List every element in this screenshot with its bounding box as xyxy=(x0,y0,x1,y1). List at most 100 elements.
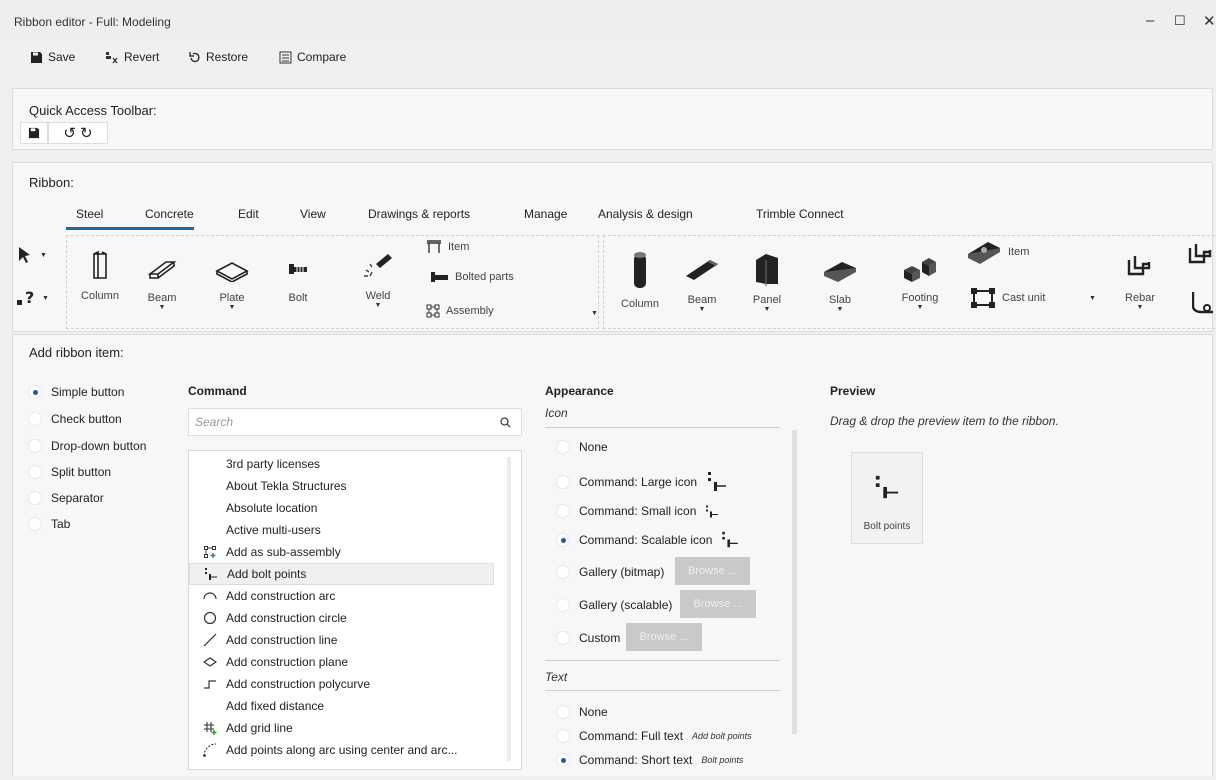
search-icon[interactable] xyxy=(500,417,511,428)
steel-group-expand-icon[interactable]: ▼ xyxy=(591,310,598,317)
redo-icon[interactable]: ↻ xyxy=(80,124,93,142)
appearance-scrollbar[interactable] xyxy=(792,430,797,734)
divider xyxy=(545,690,780,691)
radio-selected[interactable] xyxy=(28,385,42,399)
browse-button[interactable]: Browse ... xyxy=(680,590,756,618)
radio[interactable] xyxy=(28,465,42,479)
radio-selected[interactable] xyxy=(556,753,570,767)
ribbon-concrete-beam[interactable]: Beam ▼ xyxy=(680,256,724,313)
ribbon-rebar[interactable]: Rebar ▼ xyxy=(1118,254,1162,311)
help-tool-button[interactable]: ? ▼ xyxy=(16,286,49,308)
list-item[interactable]: Add construction line xyxy=(199,629,493,651)
tab-steel[interactable]: Steel xyxy=(76,207,103,221)
tab-trimble-connect[interactable]: Trimble Connect xyxy=(756,207,844,221)
ribbon-concrete-column[interactable]: Column xyxy=(618,250,662,310)
close-button[interactable]: ✕ xyxy=(1203,12,1216,30)
ribbon-rebar-hook[interactable] xyxy=(1192,290,1216,314)
radio[interactable] xyxy=(556,565,570,579)
ribbon-label: Beam xyxy=(147,292,177,304)
qat-undo-redo[interactable]: ↺ ↻ xyxy=(48,122,108,144)
ribbon-concrete-panel[interactable]: Panel ▼ xyxy=(745,252,789,313)
ribbon-steel-assembly[interactable]: Assembly xyxy=(426,304,494,318)
ribbon-concrete-footing[interactable]: Footing ▼ xyxy=(895,254,945,311)
maximize-button[interactable]: ☐ xyxy=(1174,13,1186,29)
list-item[interactable]: Add points along arc using center and ar… xyxy=(199,739,493,761)
radio[interactable] xyxy=(556,504,570,518)
list-item[interactable]: Add as sub-assembly xyxy=(199,541,493,563)
radio[interactable] xyxy=(28,412,42,426)
list-item[interactable]: Add construction polycurve xyxy=(199,673,493,695)
list-item[interactable]: Active multi-users xyxy=(199,519,493,541)
list-item[interactable]: Add construction plane xyxy=(199,651,493,673)
option-label: None xyxy=(579,440,608,454)
tab-analysis-design[interactable]: Analysis & design xyxy=(598,207,693,221)
radio[interactable] xyxy=(556,598,570,612)
list-item[interactable]: About Tekla Structures xyxy=(199,475,493,497)
text-option-full[interactable]: Command: Full text Add bolt points xyxy=(556,729,752,743)
select-tool-button[interactable]: ▼ xyxy=(18,246,47,264)
tab-view[interactable]: View xyxy=(300,207,326,221)
tab-drawings-reports[interactable]: Drawings & reports xyxy=(368,207,470,221)
ribbon-concrete-item[interactable]: Item xyxy=(966,240,1029,264)
ribbon-concrete-slab[interactable]: Slab ▼ xyxy=(818,260,862,313)
ribbon-steel-column[interactable]: Column xyxy=(78,250,122,302)
icon-option-small[interactable]: Command: Small icon xyxy=(556,504,719,518)
list-item[interactable]: Add fixed distance xyxy=(199,695,493,717)
icon-option-gallery-bitmap[interactable]: Gallery (bitmap) xyxy=(556,565,664,579)
radio[interactable] xyxy=(28,439,42,453)
browse-button[interactable]: Browse ... xyxy=(675,557,750,585)
compare-button[interactable]: Compare xyxy=(279,50,346,64)
command-list-scrollbar[interactable] xyxy=(507,457,511,761)
list-item[interactable]: 3rd party licenses xyxy=(199,453,493,475)
radio[interactable] xyxy=(556,729,570,743)
browse-button[interactable]: Browse ... xyxy=(626,623,702,651)
text-option-short[interactable]: Command: Short text Bolt points xyxy=(556,753,743,767)
qat-save-button[interactable] xyxy=(20,122,48,144)
radio[interactable] xyxy=(556,705,570,719)
type-split-button[interactable]: Split button xyxy=(28,465,111,479)
list-item[interactable]: Absolute location xyxy=(199,497,493,519)
ribbon-steel-bolt[interactable]: Bolt xyxy=(276,262,320,304)
radio[interactable] xyxy=(28,491,42,505)
ribbon-steel-weld[interactable]: Weld ▼ xyxy=(356,250,400,309)
icon-option-large[interactable]: Command: Large icon xyxy=(556,472,728,492)
type-tab[interactable]: Tab xyxy=(28,517,70,531)
list-item[interactable]: Add construction circle xyxy=(199,607,493,629)
radio[interactable] xyxy=(556,475,570,489)
ribbon-steel-beam[interactable]: Beam ▼ xyxy=(140,258,184,311)
plane-icon xyxy=(203,657,217,667)
minimize-button[interactable]: – xyxy=(1146,12,1154,29)
type-separator[interactable]: Separator xyxy=(28,491,104,505)
restore-button[interactable]: Restore xyxy=(188,50,248,64)
revert-button[interactable]: Revert xyxy=(105,50,159,64)
icon-option-custom[interactable]: Custom xyxy=(556,631,620,645)
tab-concrete[interactable]: Concrete xyxy=(145,207,194,221)
ribbon-steel-plate[interactable]: Plate ▼ xyxy=(210,260,254,311)
tab-edit[interactable]: Edit xyxy=(238,207,259,221)
ribbon-steel-item[interactable]: Item xyxy=(426,240,469,254)
icon-option-scalable[interactable]: Command: Scalable icon xyxy=(556,531,739,548)
ribbon-concrete-cast-unit[interactable]: Cast unit xyxy=(970,287,1045,309)
undo-icon[interactable]: ↺ xyxy=(63,124,76,142)
save-button[interactable]: Save xyxy=(30,50,75,64)
radio[interactable] xyxy=(28,517,42,531)
type-check-button[interactable]: Check button xyxy=(28,412,122,426)
radio-selected[interactable] xyxy=(556,532,570,547)
type-drop-down-button[interactable]: Drop-down button xyxy=(28,439,146,453)
ribbon-small-label: Assembly xyxy=(446,305,494,317)
icon-option-gallery-scalable[interactable]: Gallery (scalable) xyxy=(556,598,672,612)
list-item-selected[interactable]: Add bolt points xyxy=(189,563,494,585)
type-simple-button[interactable]: Simple button xyxy=(28,385,124,399)
list-item[interactable]: Add grid line xyxy=(199,717,493,739)
radio[interactable] xyxy=(556,631,570,645)
concrete-small-expand-icon[interactable]: ▼ xyxy=(1089,295,1096,302)
tab-manage[interactable]: Manage xyxy=(524,207,567,221)
preview-item[interactable]: Bolt points xyxy=(851,452,923,544)
text-option-none[interactable]: None xyxy=(556,705,608,719)
ribbon-rebar-shape[interactable] xyxy=(1186,242,1216,270)
ribbon-steel-bolted-parts[interactable]: Bolted parts xyxy=(431,271,514,283)
icon-option-none[interactable]: None xyxy=(556,440,608,454)
radio[interactable] xyxy=(556,440,570,454)
command-search-input[interactable] xyxy=(195,415,495,429)
list-item[interactable]: Add construction arc xyxy=(199,585,493,607)
